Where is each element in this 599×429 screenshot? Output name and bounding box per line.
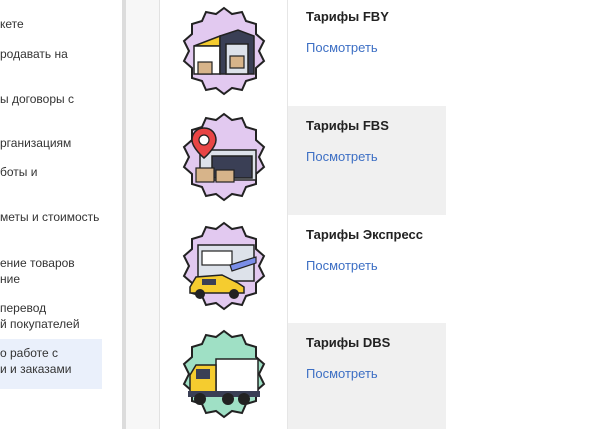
tariff-title: Тарифы Экспресс xyxy=(306,227,423,242)
truck-icon xyxy=(182,329,266,419)
pickup-point-icon xyxy=(182,112,266,202)
view-link[interactable]: Посмотреть xyxy=(306,258,378,273)
sidebar-item-3[interactable]: ы договоры с xyxy=(0,91,102,107)
tariff-row-express[interactable]: Тарифы Экспресс Посмотреть xyxy=(160,215,446,324)
sidebar-item-2[interactable]: родавать на xyxy=(0,46,102,62)
sidebar-item-1[interactable]: кете xyxy=(0,16,102,32)
warehouse-icon xyxy=(182,6,266,96)
tariff-thumb-dbs xyxy=(160,323,288,429)
sidebar-item-4[interactable]: рганизациям xyxy=(0,135,102,151)
tariff-list: Тарифы FBY Посмотреть Тарифы FBS Посмотр… xyxy=(159,0,447,429)
right-blank-area xyxy=(446,0,599,429)
view-link[interactable]: Посмотреть xyxy=(306,149,378,164)
sidebar-item-5[interactable]: боты и xyxy=(0,164,102,180)
view-link[interactable]: Посмотреть xyxy=(306,366,378,381)
content-gutter xyxy=(126,0,159,429)
tariff-title: Тарифы FBY xyxy=(306,9,389,24)
tariff-row-fby[interactable]: Тарифы FBY Посмотреть xyxy=(160,0,446,109)
tariff-row-dbs[interactable]: Тарифы DBS Посмотреть xyxy=(160,323,446,429)
sidebar-item-9-active[interactable]: о работе с и и заказами xyxy=(0,339,102,389)
taxi-delivery-icon xyxy=(182,221,266,311)
tariff-row-fbs[interactable]: Тарифы FBS Посмотреть xyxy=(160,106,446,215)
sidebar-item-7[interactable]: ение товаров ние xyxy=(0,255,102,287)
tariff-title: Тарифы DBS xyxy=(306,335,391,350)
tariff-title: Тарифы FBS xyxy=(306,118,389,133)
view-link[interactable]: Посмотреть xyxy=(306,40,378,55)
tariff-thumb-fbs xyxy=(160,106,288,215)
tariff-thumb-fby xyxy=(160,0,288,109)
sidebar-item-6[interactable]: меты и стоимость xyxy=(0,209,102,225)
tariff-thumb-express xyxy=(160,215,288,324)
sidebar: кете родавать на ы договоры с рганизация… xyxy=(0,0,122,429)
sidebar-item-8[interactable]: перевод й покупателей xyxy=(0,300,102,332)
